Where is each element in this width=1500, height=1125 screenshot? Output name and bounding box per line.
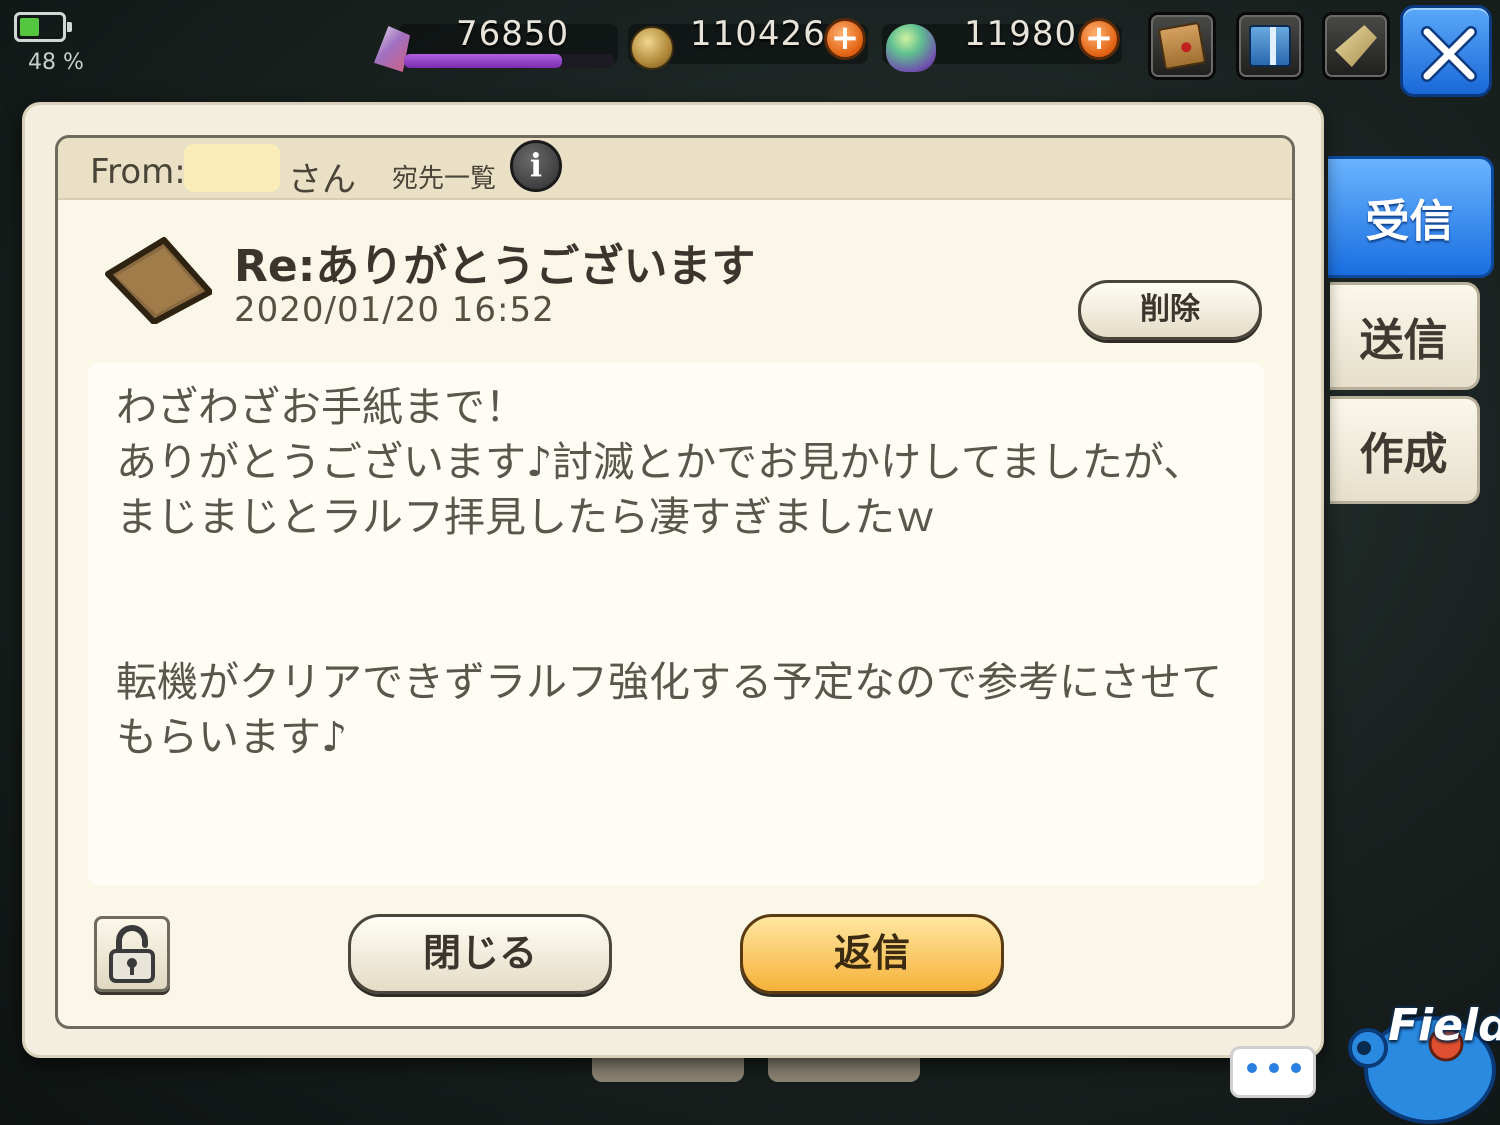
from-label: From: xyxy=(90,152,186,192)
gem-count: 11980 xyxy=(964,14,1078,54)
gem-icon xyxy=(886,24,936,72)
crystal-count: 76850 xyxy=(456,14,570,54)
mail-dialog: From: さん 宛先一覧 i Re:ありがとうございます 2020/01/20… xyxy=(22,102,1324,1058)
chat-dot xyxy=(1269,1063,1279,1073)
mail-icon xyxy=(1157,21,1207,71)
coin-count: 110426 xyxy=(690,14,826,54)
sender-name-redacted xyxy=(184,144,280,192)
coin-icon xyxy=(630,26,674,70)
battery-icon xyxy=(14,12,72,42)
reply-button[interactable]: 返信 xyxy=(740,914,1004,994)
announce-button[interactable] xyxy=(1322,12,1390,80)
chat-dot xyxy=(1247,1063,1257,1073)
lock-icon xyxy=(109,925,155,983)
chat-button[interactable] xyxy=(1230,1046,1316,1098)
gift-button[interactable] xyxy=(1236,12,1304,80)
crystal-progress-fill xyxy=(404,54,562,68)
tab-sent[interactable]: 送信 xyxy=(1330,282,1480,390)
tab-compose[interactable]: 作成 xyxy=(1330,396,1480,504)
background-tab xyxy=(768,1058,920,1082)
info-button[interactable]: i xyxy=(510,140,562,192)
chat-dot xyxy=(1291,1063,1301,1073)
delete-button[interactable]: 削除 xyxy=(1078,280,1262,340)
lock-button[interactable] xyxy=(94,916,170,992)
close-window-button[interactable] xyxy=(1400,5,1492,97)
add-coin-button[interactable]: + xyxy=(824,18,866,60)
mail-body-box: わざわざお手紙まで！ ありがとうございます♪討滅とかでお見かけしてましたが、 ま… xyxy=(88,362,1264,886)
mail-subject: Re:ありがとうございます xyxy=(234,241,756,292)
sender-header: From: さん 宛先一覧 i xyxy=(58,138,1292,200)
mail-body-text: わざわざお手紙まで！ ありがとうございます♪討滅とかでお見かけしてましたが、 ま… xyxy=(116,383,1223,761)
mailbox-button[interactable] xyxy=(1148,12,1216,80)
mail-date: 2020/01/20 16:52 xyxy=(234,290,555,330)
battery-fill xyxy=(20,18,40,36)
tab-inbox[interactable]: 受信 xyxy=(1328,156,1494,278)
gift-icon xyxy=(1249,25,1291,67)
crystal-progress-bar xyxy=(404,54,614,68)
recipients-list-link[interactable]: 宛先一覧 xyxy=(392,158,496,195)
from-suffix: さん xyxy=(288,160,356,200)
background-tab xyxy=(592,1058,744,1082)
add-gem-button[interactable]: + xyxy=(1078,18,1120,60)
close-icon xyxy=(1421,26,1477,82)
field-button-label: Field xyxy=(1388,1000,1500,1051)
mail-panel: From: さん 宛先一覧 i Re:ありがとうございます 2020/01/20… xyxy=(55,135,1295,1029)
horn-icon xyxy=(1335,25,1377,67)
envelope-open-icon xyxy=(105,237,212,324)
battery-percent: 48 % xyxy=(28,50,84,75)
close-button[interactable]: 閉じる xyxy=(348,914,612,994)
